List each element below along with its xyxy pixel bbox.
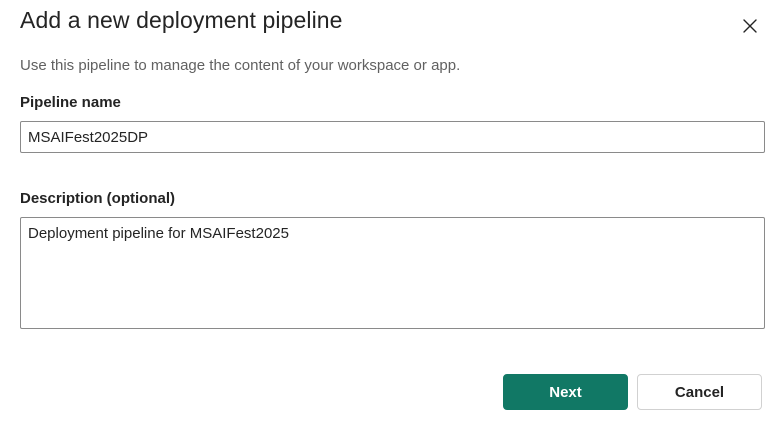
dialog-title: Add a new deployment pipeline bbox=[20, 7, 343, 33]
pipeline-name-label: Pipeline name bbox=[20, 94, 121, 111]
close-icon bbox=[743, 19, 757, 33]
description-textarea[interactable]: Deployment pipeline for MSAIFest2025 bbox=[20, 217, 765, 329]
close-button[interactable] bbox=[738, 14, 762, 38]
dialog-subtitle: Use this pipeline to manage the content … bbox=[20, 57, 461, 74]
description-label: Description (optional) bbox=[20, 190, 175, 207]
add-deployment-pipeline-dialog: Add a new deployment pipeline Use this p… bbox=[0, 0, 775, 423]
pipeline-name-input[interactable] bbox=[20, 121, 765, 153]
cancel-button[interactable]: Cancel bbox=[637, 374, 762, 410]
next-button[interactable]: Next bbox=[503, 374, 628, 410]
